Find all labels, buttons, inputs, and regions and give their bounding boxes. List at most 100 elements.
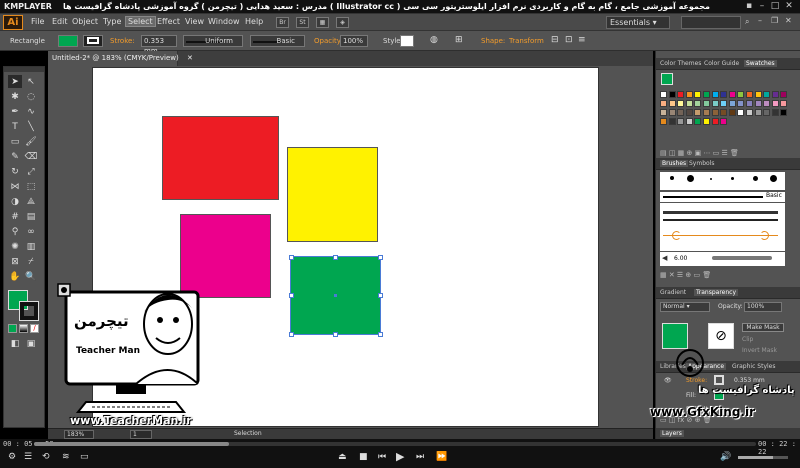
swatch[interactable]: [763, 109, 771, 116]
shape-builder-tool-icon[interactable]: ◑: [8, 195, 22, 208]
grid-arrange-icon[interactable]: ▦: [316, 17, 329, 28]
swatch[interactable]: [728, 100, 736, 107]
search-icon[interactable]: ⌕: [745, 17, 749, 27]
swatch[interactable]: [737, 91, 745, 98]
stroke-swatch[interactable]: [19, 301, 39, 321]
swatch[interactable]: [763, 91, 771, 98]
make-mask-button[interactable]: Make Mask: [742, 323, 784, 332]
swatch[interactable]: [720, 118, 728, 125]
swatch[interactable]: [711, 91, 719, 98]
selection-handle[interactable]: [288, 293, 294, 298]
opacity-label[interactable]: Opacity:: [314, 37, 343, 45]
mesh-tool-icon[interactable]: #: [8, 210, 22, 223]
stock-search-input[interactable]: [681, 16, 741, 29]
document-tab[interactable]: Untitled-2* @ 183% (CMYK/Preview) ✕: [48, 51, 193, 66]
play-icon[interactable]: ▶: [396, 450, 404, 463]
swatch[interactable]: [746, 100, 753, 107]
tab-transparency[interactable]: Transparency: [694, 289, 739, 296]
selection-handle[interactable]: [377, 293, 383, 298]
zoom-field[interactable]: 183%: [64, 430, 94, 439]
brush-size-row[interactable]: ◀ 6.00: [660, 252, 785, 266]
screen-mode-icon[interactable]: ▣: [24, 337, 38, 350]
tab-swatches[interactable]: Swatches: [744, 60, 777, 67]
brush-definition[interactable]: Basic: [250, 35, 305, 47]
swatch[interactable]: [754, 91, 762, 98]
menu-window[interactable]: Window: [208, 17, 240, 26]
swatch[interactable]: [711, 109, 719, 116]
swatch[interactable]: [694, 109, 702, 116]
swatch-grid[interactable]: [660, 91, 790, 141]
swatch[interactable]: [694, 118, 702, 125]
curvature-tool-icon[interactable]: ∿: [24, 105, 38, 118]
playlist-icon[interactable]: ☰: [24, 452, 32, 462]
shape-label[interactable]: Shape:: [481, 37, 505, 45]
type-tool-icon[interactable]: T: [8, 120, 22, 133]
maximize-icon[interactable]: □: [769, 1, 781, 12]
opacity-field-panel[interactable]: 100%: [744, 302, 782, 312]
swatch[interactable]: [694, 91, 702, 98]
selection-handle[interactable]: [333, 254, 338, 260]
bridge-icon[interactable]: Br: [276, 17, 289, 28]
rectangle-tool-icon[interactable]: ▭: [8, 135, 22, 148]
swatch[interactable]: [746, 91, 753, 98]
width-tool-icon[interactable]: ⋈: [8, 180, 22, 193]
stroke-color-picker[interactable]: [83, 35, 103, 47]
tab-color-themes[interactable]: Color Themes: [660, 60, 701, 67]
swatch[interactable]: [685, 91, 693, 98]
magic-wand-tool-icon[interactable]: ✱: [8, 90, 22, 103]
minimize-icon[interactable]: –: [756, 1, 768, 12]
scale-tool-icon[interactable]: ⤢: [24, 165, 38, 178]
swatch[interactable]: [694, 100, 702, 107]
swatch[interactable]: [677, 109, 685, 116]
swatch[interactable]: [660, 100, 667, 107]
swatch[interactable]: [660, 118, 667, 125]
stock-icon[interactable]: St: [296, 17, 309, 28]
swatch[interactable]: [703, 109, 710, 116]
gradient-tool-icon[interactable]: ▤: [24, 210, 38, 223]
perspective-grid-tool-icon[interactable]: ⟁: [24, 195, 38, 208]
pencil-tool-icon[interactable]: ✎: [8, 150, 22, 163]
close-icon[interactable]: ✕: [783, 1, 795, 12]
brush-basic-row[interactable]: Basic: [660, 192, 785, 202]
brush-strokes-list[interactable]: [660, 203, 785, 251]
zoom-tool-icon[interactable]: 🔍: [24, 270, 38, 283]
swatch[interactable]: [668, 118, 676, 125]
direct-selection-tool-icon[interactable]: ↖: [24, 75, 38, 88]
repeat-icon[interactable]: ⟲: [42, 452, 50, 462]
align-icon[interactable]: ⊞: [455, 35, 463, 45]
selection-handle[interactable]: [377, 331, 383, 337]
line-tool-icon[interactable]: ╲: [24, 120, 38, 133]
stop-icon[interactable]: ■: [359, 452, 368, 462]
swatch[interactable]: [685, 109, 693, 116]
gradient-mode-icon[interactable]: [19, 324, 28, 333]
minimize-app-icon[interactable]: –: [758, 16, 762, 25]
swatch[interactable]: [746, 109, 753, 116]
blend-tool-icon[interactable]: ∞: [24, 225, 38, 238]
brush-dot-row[interactable]: [660, 172, 785, 190]
swatch[interactable]: [771, 100, 779, 107]
hand-tool-icon[interactable]: ✋: [8, 270, 22, 283]
swatch[interactable]: [720, 109, 728, 116]
draw-normal-icon[interactable]: ◧: [8, 337, 22, 350]
swatch[interactable]: [728, 91, 736, 98]
eyedropper-tool-icon[interactable]: ⚲: [8, 225, 22, 238]
swatch[interactable]: [771, 91, 779, 98]
menu-edit[interactable]: Edit: [52, 17, 68, 26]
menu-select[interactable]: Select: [125, 16, 156, 27]
stroke-weight-field[interactable]: 0.353 mm: [141, 35, 177, 55]
isolate-icon[interactable]: ⊡: [565, 35, 573, 45]
fill-color-picker[interactable]: [58, 35, 78, 47]
swatch[interactable]: [780, 109, 788, 116]
menu-help[interactable]: Help: [245, 17, 263, 26]
swatch[interactable]: [703, 118, 710, 125]
selection-handle[interactable]: [288, 254, 294, 260]
menu-type[interactable]: Type: [103, 17, 121, 26]
tab-gradient[interactable]: Gradient: [660, 289, 686, 296]
eject-icon[interactable]: ⏏: [338, 452, 347, 462]
free-transform-tool-icon[interactable]: ⬚: [24, 180, 38, 193]
selection-handle[interactable]: [288, 331, 294, 337]
menu-effect[interactable]: Effect: [157, 17, 180, 26]
swatch[interactable]: [685, 118, 693, 125]
swatch[interactable]: [737, 100, 745, 107]
swatch[interactable]: [720, 91, 728, 98]
